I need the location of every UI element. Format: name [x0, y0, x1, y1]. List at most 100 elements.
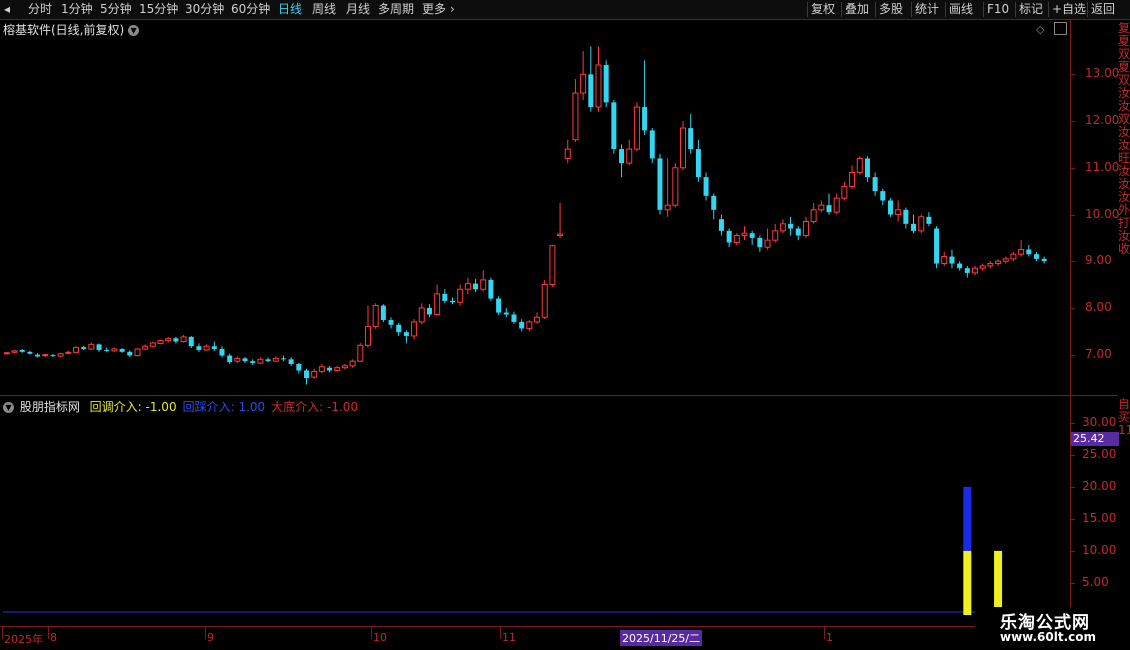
tool-button-2[interactable]: 多股	[879, 0, 903, 19]
candle-body	[541, 284, 548, 318]
period-tab-3[interactable]: 15分钟	[139, 0, 178, 19]
candle-body	[349, 360, 356, 367]
tool-button-6[interactable]: 标记	[1019, 0, 1043, 19]
candle	[695, 139, 701, 182]
candle	[364, 305, 371, 348]
tool-button-0[interactable]: 复权	[811, 0, 835, 19]
candle-body	[27, 351, 33, 354]
period-tab-8[interactable]: 月线	[346, 0, 370, 19]
indicator-tick-label: 25.00	[1082, 446, 1117, 461]
candle	[841, 181, 848, 201]
candle-body	[173, 338, 179, 342]
candle	[795, 226, 801, 241]
candle	[733, 233, 740, 245]
period-tab-4[interactable]: 30分钟	[185, 0, 224, 19]
candle	[157, 339, 164, 345]
candle	[688, 114, 694, 154]
period-tab-9[interactable]: 多周期	[378, 0, 414, 19]
candle	[57, 352, 64, 357]
candle	[818, 200, 825, 213]
candle-body	[979, 265, 986, 269]
candle-body	[464, 283, 471, 290]
tool-button-4[interactable]: 画线	[949, 0, 973, 19]
chevron-down-icon[interactable]: ▼	[128, 25, 140, 36]
candle-body	[203, 345, 210, 351]
candle-body	[911, 223, 917, 231]
candle-body	[11, 350, 18, 353]
period-tab-5[interactable]: 60分钟	[231, 0, 270, 19]
candle	[104, 347, 110, 353]
candle-body	[496, 298, 502, 313]
candle	[972, 265, 979, 276]
candle	[779, 219, 786, 234]
toolbar-separator	[875, 2, 876, 17]
candle	[65, 350, 72, 355]
candle	[611, 100, 617, 154]
price-tick-label: 10.00	[1085, 206, 1120, 221]
indicator-tick-mark	[1070, 422, 1075, 424]
candle	[88, 342, 95, 350]
candle-body	[380, 305, 386, 321]
candle	[534, 312, 541, 324]
candle	[626, 139, 633, 166]
tool-button-1[interactable]: 叠加	[845, 0, 869, 19]
date-tick	[205, 627, 206, 639]
candle-body	[265, 359, 271, 362]
candle-body	[341, 365, 348, 369]
candle-body	[450, 300, 456, 303]
back-arrow-icon[interactable]: ◂	[4, 0, 10, 19]
candle-body	[327, 367, 333, 371]
candle	[833, 193, 840, 215]
date-label: 11	[502, 631, 516, 644]
more-chevron-icon[interactable]: ›	[450, 0, 455, 19]
candle-body	[633, 106, 640, 150]
candle	[27, 350, 33, 355]
candle	[649, 128, 655, 164]
candle-body	[572, 92, 579, 141]
layout-toggle-icon[interactable]	[1054, 22, 1067, 35]
candle-body	[934, 228, 940, 264]
candle	[250, 359, 256, 365]
candle	[457, 284, 464, 306]
candle	[564, 139, 571, 164]
candle	[3, 351, 10, 355]
candle	[111, 347, 118, 352]
candle-body	[718, 219, 724, 231]
indicator-bar-blue	[963, 486, 972, 551]
candle	[880, 188, 886, 206]
toolbar-separator	[841, 2, 842, 17]
indicator-tick-label: 10.00	[1082, 542, 1117, 557]
period-tab-0[interactable]: 分时	[28, 0, 52, 19]
period-tab-2[interactable]: 5分钟	[100, 0, 132, 19]
toolbar-separator	[1048, 2, 1049, 17]
candle	[203, 344, 210, 351]
candle	[703, 172, 709, 201]
tool-button-3[interactable]: 统计	[915, 0, 939, 19]
period-tab-6[interactable]: 日线	[278, 0, 302, 19]
candle-body	[680, 127, 687, 169]
period-tab-10[interactable]: 更多	[422, 0, 446, 19]
candle	[219, 346, 225, 358]
tool-button-7[interactable]: +自选	[1052, 0, 1086, 19]
date-label: 2025年	[4, 633, 43, 646]
candle	[657, 153, 663, 215]
candle-body	[802, 221, 809, 237]
tool-button-5[interactable]: F10	[987, 0, 1009, 19]
candle	[211, 341, 217, 351]
period-tab-7[interactable]: 周线	[312, 0, 336, 19]
candle-body	[964, 268, 970, 273]
candle-body	[549, 245, 556, 286]
period-tab-1[interactable]: 1分钟	[61, 0, 93, 19]
diamond-icon[interactable]: ◇	[1036, 23, 1044, 36]
candle-body	[895, 209, 902, 216]
candle	[396, 322, 402, 336]
candle-body	[619, 149, 625, 164]
candle	[549, 244, 556, 287]
toolbar-separator	[911, 2, 912, 17]
candle	[473, 278, 479, 293]
stock-title: 榕基软件(日线,前复权)	[3, 23, 125, 37]
indicator-bar-yellow	[963, 550, 972, 615]
indicator-tick-mark	[1070, 550, 1075, 552]
candle	[311, 368, 318, 379]
tool-button-8[interactable]: 返回	[1091, 0, 1115, 19]
